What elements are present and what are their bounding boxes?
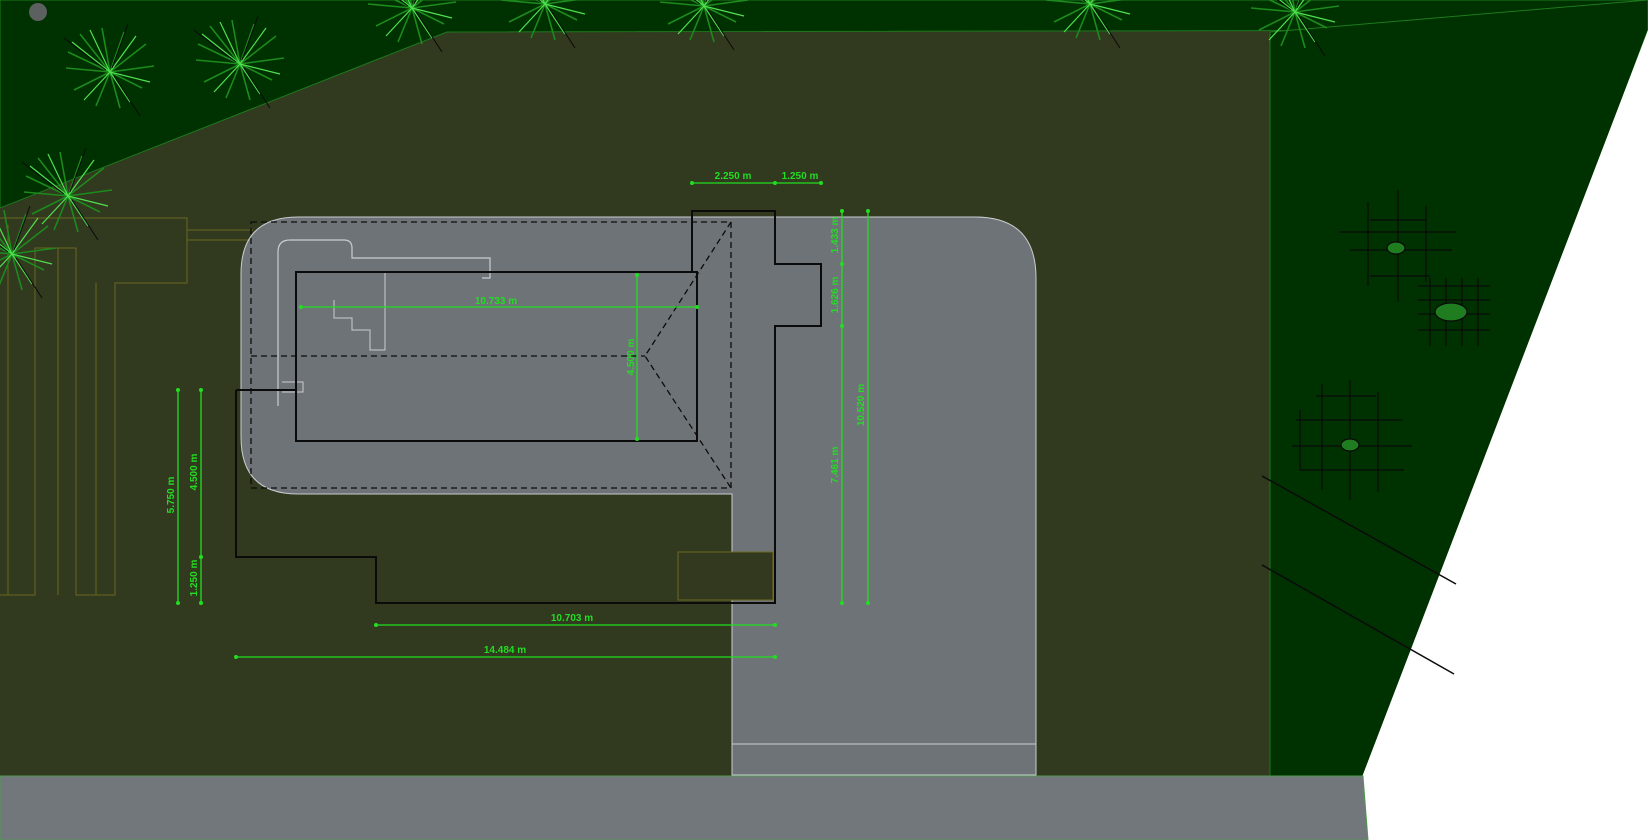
planter-box[interactable] bbox=[677, 551, 774, 601]
road[interactable] bbox=[0, 775, 1369, 840]
dimension-label-left-1250: 1.250 m bbox=[189, 560, 200, 597]
dimension-label-right-7461: 7.461 m bbox=[830, 447, 841, 484]
dimension-label-top-left: 2.250 m bbox=[715, 171, 752, 182]
dimension-label-left-5750: 5.750 m bbox=[166, 477, 177, 514]
dimension-label-bottom-14484: 14.484 m bbox=[484, 645, 526, 656]
dimension-label-pool-width: 4.500 m bbox=[626, 339, 637, 376]
dimension-label-bottom-10703: 10.703 m bbox=[551, 613, 593, 624]
survey-marker bbox=[29, 3, 47, 21]
dimension-label-top-right: 1.250 m bbox=[782, 171, 819, 182]
site-plan-canvas[interactable]: 2.250 m 1.250 m 10.733 m 4.500 m 1.433 m… bbox=[0, 0, 1648, 840]
dimension-label-pool-length: 10.733 m bbox=[475, 296, 517, 307]
dimension-label-right-1626: 1.626 m bbox=[830, 277, 841, 314]
dimension-label-right-1433: 1.433 m bbox=[830, 217, 841, 254]
dimension-label-right-10520: 10.520 m bbox=[856, 384, 867, 426]
dimension-label-left-4500: 4.500 m bbox=[189, 454, 200, 491]
